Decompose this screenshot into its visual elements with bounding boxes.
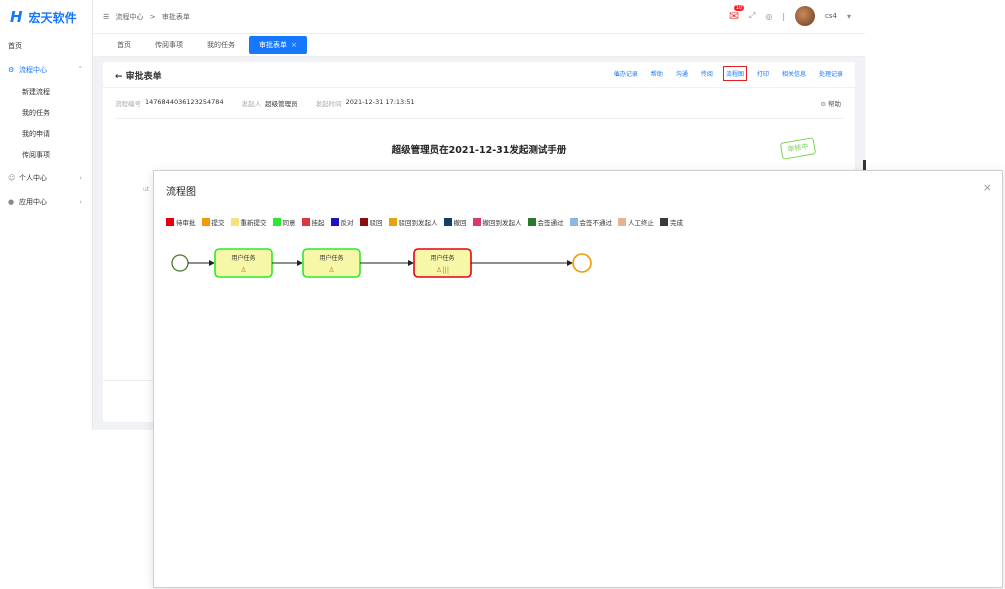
action-toolbar: 催办记录 帮助 沟通 传阅 流程图 打印 相关信息 处理记录 [612,66,845,81]
user-icon: ☺ [8,174,16,182]
sidebar-item-home[interactable]: 首页 [0,34,92,58]
notification-icon[interactable]: ✉ 10 [729,5,745,23]
user-task-node[interactable]: 用户任务 ♙ [302,248,361,278]
communicate-button[interactable]: 沟通 [674,67,690,80]
divider [115,118,843,119]
urge-record-button[interactable]: 催办记录 [612,67,640,80]
question-icon: ⊙ [820,100,828,108]
menu-icon[interactable]: ☰ [103,13,109,21]
flow-icon: ⚙ [8,66,15,74]
user-task-node-current[interactable]: 用户任务 ♙||| [413,248,472,278]
sidebar-item-my-applications[interactable]: 我的申请 [0,124,92,145]
sidebar-item-label: 传阅事项 [22,151,50,159]
initiator-value: 超级管理员 [265,100,298,108]
sidebar: H 宏天软件 首页 ⚙ 流程中心 ˄ 新建流程 我的任务 我的申请 传阅事项 ☺ 个人… [0,0,93,430]
process-record-button[interactable]: 处理记录 [817,67,845,80]
breadcrumb-separator: > [149,13,156,21]
apps-icon: ● [8,198,15,206]
chevron-right-icon: › [79,174,82,182]
time-label: 发起时间 [315,100,342,108]
chevron-up-icon: ˄ [78,66,83,74]
help-link[interactable]: ⊙ 帮助 [820,98,841,108]
document-title: 超级管理员在2021-12-31发起测试手册 [391,145,567,156]
help-label: 帮助 [828,100,841,108]
print-button[interactable]: 打印 [755,67,771,80]
back-button[interactable]: ← 审批表单 [115,69,162,82]
tab-circulation[interactable]: 传阅事项 [145,36,193,54]
node-label: 用户任务 [430,254,454,262]
avatar[interactable] [795,6,816,26]
multi-user-icon: ♙||| [436,266,449,274]
initiator-label: 发起人 [241,100,262,108]
status-stamp: 审核中 [779,137,817,160]
hidden-field-label: ut [143,186,150,193]
breadcrumb-current: 审批表单 [161,13,190,21]
flow-diagram: 用户任务 ♙ 用户任务 ♙ 用户任务 ♙||| [171,248,592,278]
logo-text: 宏天软件 [28,10,77,25]
sidebar-item-label: 我的任务 [22,109,50,117]
sidebar-item-label: 首页 [8,42,22,50]
header-tools: ✉ 10 ⤢ ◎ | cs4 ▾ [729,5,851,26]
chevron-down-icon[interactable]: ▾ [847,12,851,21]
user-task-node[interactable]: 用户任务 ♙ [214,248,273,278]
flowchart-button[interactable]: 流程图 [722,66,747,81]
header-divider: | [782,11,786,21]
sidebar-item-label: 个人中心 [19,174,47,182]
tab-home[interactable]: 首页 [107,36,141,54]
time-value: 2021-12-31 17:13:51 [345,98,415,106]
sidebar-item-new-process[interactable]: 新建流程 [0,82,92,103]
breadcrumb: ☰ 流程中心 > 审批表单 [103,12,194,22]
tab-bar: 首页 传阅事项 我的任务 审批表单 × [93,34,865,57]
username[interactable]: cs4 [825,12,837,20]
chevron-right-icon: › [79,198,82,206]
user-icon: ♙ [240,266,246,274]
end-event[interactable] [572,253,592,273]
breadcrumb-root[interactable]: 流程中心 [116,13,144,21]
tab-my-tasks[interactable]: 我的任务 [197,36,245,54]
sidebar-item-my-tasks[interactable]: 我的任务 [0,103,92,124]
form-meta: 流程编号 1476844036123254784 发起人 超级管理员 发起时间 … [115,98,429,108]
sidebar-item-label: 应用中心 [19,198,47,206]
sidebar-item-personal-center[interactable]: ☺ 个人中心 › [0,166,92,190]
sidebar-item-process-center[interactable]: ⚙ 流程中心 ˄ [0,58,92,82]
card-header: ← 审批表单 催办记录 帮助 沟通 传阅 流程图 打印 相关信息 处理记录 [103,62,855,88]
close-tab-icon[interactable]: × [291,41,297,49]
sidebar-item-circulation[interactable]: 传阅事项 [0,145,92,166]
tab-label: 审批表单 [259,41,287,49]
user-icon: ♙ [328,266,334,274]
logo[interactable]: H 宏天软件 [0,0,92,34]
top-bar: ☰ 流程中心 > 审批表单 ✉ 10 ⤢ ◎ | cs4 ▾ [93,0,865,34]
help-button[interactable]: 帮助 [649,67,665,80]
flow-no-label: 流程编号 [115,100,141,108]
sidebar-item-label: 我的申请 [22,130,50,138]
sidebar-item-label: 流程中心 [19,66,47,74]
circulate-button[interactable]: 传阅 [699,67,715,80]
related-info-button[interactable]: 相关信息 [780,67,808,80]
tab-approval-form[interactable]: 审批表单 × [249,36,307,54]
theme-icon[interactable]: ◎ [765,12,772,21]
node-label: 用户任务 [319,254,343,262]
sidebar-item-label: 新建流程 [22,88,50,96]
fullscreen-icon[interactable]: ⤢ [749,11,755,21]
logo-icon: H [10,8,23,26]
node-label: 用户任务 [231,254,255,262]
flow-no-value: 1476844036123254784 [145,98,224,106]
sidebar-item-app-center[interactable]: ● 应用中心 › [0,190,92,214]
start-event[interactable] [171,254,189,272]
notification-badge: 10 [733,5,745,11]
flowchart-dialog: 流程图 × 待审批 提交 重新提交 同意 挂起 反对 驳回 驳回到发起人 撤回 撤回到发起人 会签通… [153,170,1003,588]
